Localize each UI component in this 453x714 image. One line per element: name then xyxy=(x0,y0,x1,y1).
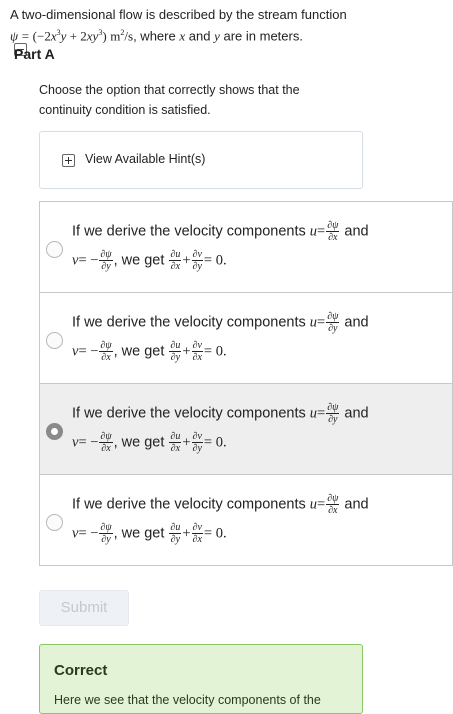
fraction: ∂ψ ∂y xyxy=(326,311,340,334)
fraction: ∂ψ ∂x xyxy=(326,493,340,516)
feedback-text: Here we see that the velocity components… xyxy=(54,693,321,707)
fraction: ∂ψ ∂y xyxy=(99,522,113,545)
question-text: Choose the option that correctly shows t… xyxy=(39,83,300,117)
part-a-header[interactable]: Part A xyxy=(14,43,55,62)
fraction: ∂v ∂y xyxy=(191,249,203,272)
fraction: ∂ψ ∂x xyxy=(99,431,113,454)
radio-button[interactable] xyxy=(46,332,63,349)
hints-panel[interactable]: View Available Hint(s) xyxy=(39,131,363,189)
problem-line-1: A two-dimensional flow is described by t… xyxy=(10,7,347,22)
problem-line-2: ψ = (−2x3y + 2xy3) m2/s, where x and y a… xyxy=(10,28,303,44)
problem-statement: A two-dimensional flow is described by t… xyxy=(10,6,450,45)
option-text: If we derive the velocity components xyxy=(72,314,306,331)
feedback-title: Correct xyxy=(54,662,108,679)
fraction: ∂u ∂y xyxy=(169,340,182,363)
fraction: ∂v ∂y xyxy=(191,431,203,454)
fraction: ∂ψ ∂y xyxy=(326,402,340,425)
option-text: If we derive the velocity components xyxy=(72,405,306,422)
option-text: If we derive the velocity components xyxy=(72,223,306,240)
option-1[interactable]: If we derive the velocity components u= ∂… xyxy=(39,201,453,293)
fraction: ∂ψ ∂x xyxy=(326,220,340,243)
submit-button[interactable]: Submit xyxy=(39,590,129,626)
fraction: ∂ψ ∂x xyxy=(99,340,113,363)
option-text: If we derive the velocity components xyxy=(72,496,306,513)
view-hints-link[interactable]: View Available Hint(s) xyxy=(85,152,205,166)
fraction: ∂u ∂x xyxy=(169,431,182,454)
feedback-panel: Correct Here we see that the velocity co… xyxy=(39,644,363,714)
radio-button[interactable] xyxy=(46,241,63,258)
expand-plus-icon[interactable] xyxy=(62,154,75,167)
radio-button-selected[interactable] xyxy=(46,423,63,440)
fraction: ∂u ∂y xyxy=(169,522,182,545)
fraction: ∂ψ ∂y xyxy=(99,249,113,272)
part-a-title: Part A xyxy=(14,46,55,62)
option-3[interactable]: If we derive the velocity components u= ∂… xyxy=(39,383,453,475)
answer-options: If we derive the velocity components u= ∂… xyxy=(39,201,453,566)
radio-button[interactable] xyxy=(46,514,63,531)
fraction: ∂u ∂x xyxy=(169,249,182,272)
fraction: ∂v ∂x xyxy=(191,522,203,545)
fraction: ∂v ∂x xyxy=(191,340,203,363)
option-4[interactable]: If we derive the velocity components u= ∂… xyxy=(39,474,453,566)
option-2[interactable]: If we derive the velocity components u= ∂… xyxy=(39,292,453,384)
